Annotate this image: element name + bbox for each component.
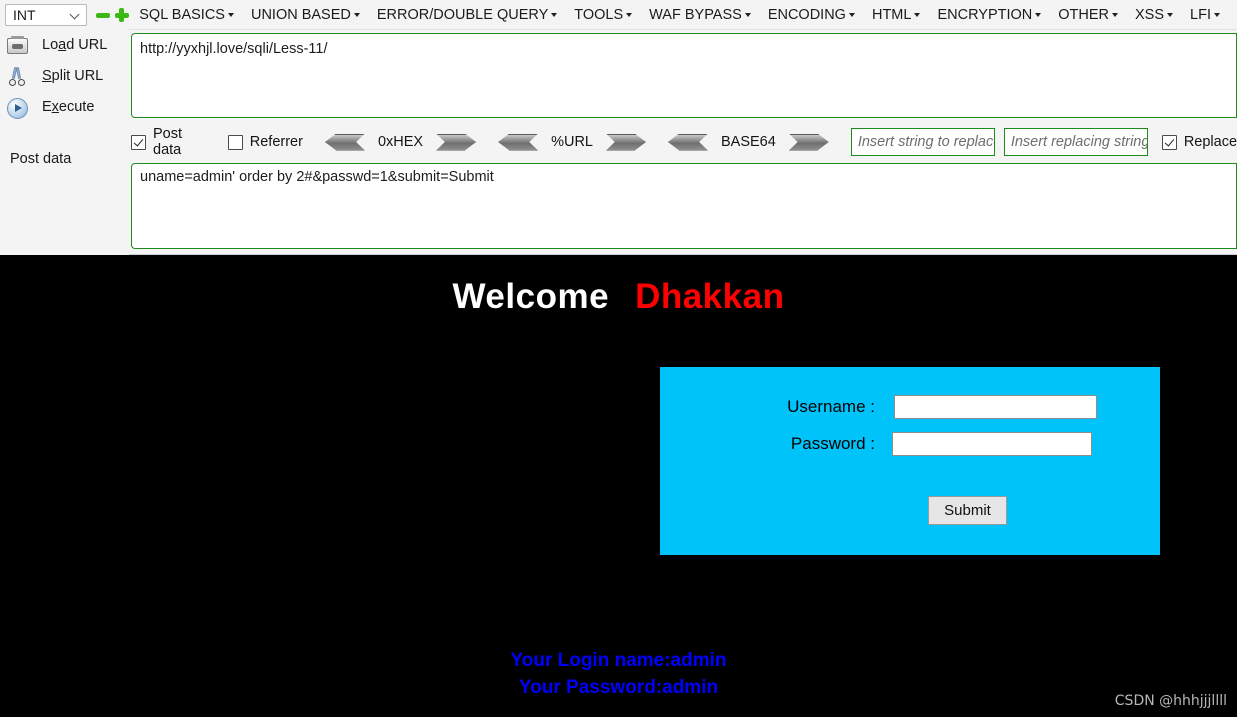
load-url-button[interactable]: Load URL (0, 29, 129, 60)
url-encode-option: %URL (498, 133, 646, 151)
submit-button[interactable]: Submit (928, 496, 1007, 525)
hackbar-panel: INT SQL BASICS UNION BASED ERROR/DOUBLE … (0, 0, 1237, 255)
caret-down-icon (353, 12, 360, 17)
welcome-name: Dhakkan (635, 277, 785, 316)
caret-down-icon (227, 12, 234, 17)
hackbar-options-row: Post data Referrer 0xHEX %URL BASE64 Ins… (131, 126, 1237, 158)
login-result: Your Login name:admin Your Password:admi… (0, 647, 1237, 701)
menu-label: TOOLS (574, 6, 624, 23)
menu-label: XSS (1135, 6, 1165, 23)
menu-lfi[interactable]: LFI (1190, 5, 1220, 25)
payload-type-select[interactable]: INT (5, 3, 87, 26)
caret-down-icon (744, 12, 751, 17)
payload-type-value: INT (13, 6, 36, 23)
menu-union-based[interactable]: UNION BASED (251, 5, 360, 25)
hex-option: 0xHEX (324, 133, 477, 151)
execute-label: Execute (42, 98, 95, 115)
menu-label: WAF BYPASS (649, 6, 742, 23)
password-label: Password : (790, 434, 875, 453)
menu-html[interactable]: HTML (871, 5, 921, 25)
welcome-text: Welcome (452, 277, 610, 316)
login-password-result: Your Password:admin (518, 677, 719, 698)
caret-down-icon (626, 12, 633, 17)
replace-checkbox-label: Replace (1183, 134, 1237, 150)
base64-decode-arrow-icon[interactable] (667, 133, 708, 151)
menu-label: HTML (871, 6, 912, 23)
url-input[interactable]: http://yyxhjl.love/sqli/Less-11/ (131, 33, 1237, 118)
split-url-button[interactable]: Split URL (0, 60, 129, 91)
plus-icon[interactable] (114, 7, 130, 23)
menu-label: SQL BASICS (139, 6, 225, 23)
menu-label: LFI (1190, 6, 1211, 23)
menu-label: ENCODING (767, 6, 846, 23)
hackbar-sidebar: Load URL Split URL Execute Post data (0, 29, 129, 255)
url-decode-arrow-icon[interactable] (498, 133, 539, 151)
scissors-icon (4, 64, 28, 88)
menu-encryption[interactable]: ENCRYPTION (937, 5, 1042, 25)
menu-items: SQL BASICS UNION BASED ERROR/DOUBLE QUER… (139, 5, 1237, 25)
menu-label: OTHER (1058, 6, 1110, 23)
caret-down-icon (1213, 12, 1220, 17)
username-input[interactable] (894, 395, 1097, 419)
caret-down-icon (1167, 12, 1174, 17)
play-icon (4, 95, 28, 119)
chevron-down-icon (70, 9, 81, 20)
caret-down-icon (848, 12, 855, 17)
base64-encode-arrow-icon[interactable] (788, 133, 829, 151)
menu-label: ENCRYPTION (937, 6, 1033, 23)
post-data-input[interactable]: uname=admin' order by 2#&passwd=1&submit… (131, 163, 1237, 249)
menu-encoding[interactable]: ENCODING (768, 5, 855, 25)
menu-other[interactable]: OTHER (1058, 5, 1119, 25)
hackbar-menubar: INT SQL BASICS UNION BASED ERROR/DOUBLE … (0, 0, 1237, 30)
hex-encode-arrow-icon[interactable] (436, 133, 477, 151)
url-encode-arrow-icon[interactable] (605, 133, 646, 151)
post-data-checkbox[interactable] (131, 134, 146, 150)
browser-window: INT SQL BASICS UNION BASED ERROR/DOUBLE … (0, 0, 1237, 717)
username-row: Username : (660, 395, 1160, 419)
post-data-checkbox-label: Post data (153, 126, 183, 158)
password-row: Password : (660, 432, 1160, 456)
split-url-label: Split URL (42, 67, 104, 84)
menu-sql-basics[interactable]: SQL BASICS (139, 5, 234, 25)
caret-down-icon (551, 12, 558, 17)
post-data-section-label: Post data (10, 151, 72, 167)
base64-option: BASE64 (667, 133, 829, 151)
password-input[interactable] (892, 432, 1092, 456)
replace-option: Replace (1161, 134, 1237, 150)
base64-label: BASE64 (720, 134, 776, 150)
hex-decode-arrow-icon[interactable] (324, 133, 365, 151)
menu-label: UNION BASED (250, 6, 351, 23)
hex-label: 0xHEX (377, 134, 424, 150)
caret-down-icon (914, 12, 921, 17)
load-url-icon (4, 33, 28, 57)
url-encode-label: %URL (551, 134, 593, 150)
replace-from-input[interactable]: Insert string to replace (850, 128, 995, 156)
watermark: CSDN @hhhjjjllll (1114, 693, 1227, 709)
menu-tools[interactable]: TOOLS (574, 5, 633, 25)
referrer-option: Referrer (227, 134, 303, 150)
load-url-label: Load URL (42, 36, 108, 53)
login-name-result: Your Login name:admin (510, 650, 727, 671)
username-label: Username : (787, 397, 875, 416)
replace-to-input[interactable]: Insert replacing string (1003, 128, 1148, 156)
page-title: Welcome Dhakkan (0, 277, 1237, 317)
page-content: Welcome Dhakkan Username : Password : Sub… (0, 255, 1237, 717)
referrer-checkbox-label: Referrer (249, 134, 303, 150)
menu-label: ERROR/DOUBLE QUERY (376, 6, 549, 23)
minus-icon[interactable] (95, 7, 111, 23)
menu-xss[interactable]: XSS (1135, 5, 1174, 25)
menu-waf-bypass[interactable]: WAF BYPASS (649, 5, 751, 25)
referrer-checkbox[interactable] (227, 134, 243, 150)
caret-down-icon (1035, 12, 1042, 17)
execute-button[interactable]: Execute (0, 91, 129, 122)
replace-checkbox[interactable] (1161, 134, 1177, 150)
menu-error-double-query[interactable]: ERROR/DOUBLE QUERY (376, 5, 558, 25)
caret-down-icon (1112, 12, 1119, 17)
login-form: Username : Password : Submit (660, 367, 1160, 555)
